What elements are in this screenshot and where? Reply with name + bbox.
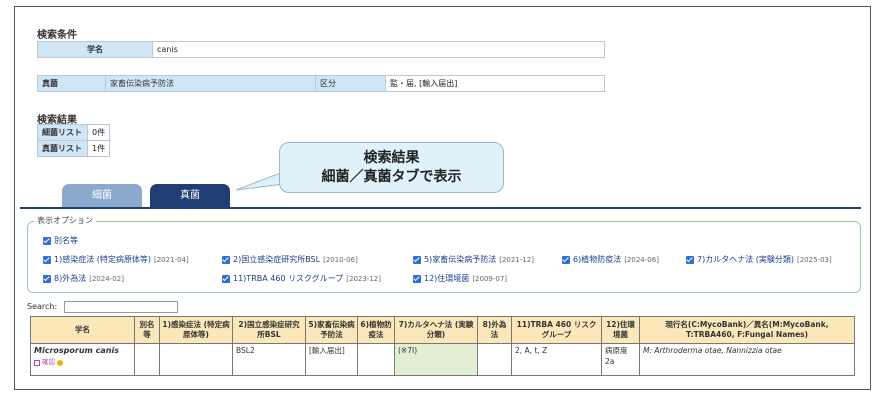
callout-line2: 細菌／真菌タブで表示 (321, 169, 462, 185)
callout-box: 検索結果 細菌／真菌タブで表示 (279, 142, 504, 193)
checkbox-icon[interactable] (413, 274, 421, 283)
col-header-livestock-law[interactable]: 5)家畜伝染病予防法 (305, 316, 358, 344)
col-header-environment[interactable]: 12)住環境菌 (601, 316, 640, 344)
edit-icon (34, 359, 40, 366)
option-plant-law[interactable]: 6)植物防疫法 [2024-06] (562, 254, 659, 265)
option-foreign-exchange[interactable]: 8)外為法 [2024-02] (43, 273, 124, 284)
category-value: 監・届, [輸入届出] (385, 75, 605, 92)
option-infection-law[interactable]: 1)感染症法 (特定病原体等) [2021-04] (43, 254, 189, 265)
checkbox-icon[interactable] (413, 255, 421, 264)
checkbox-icon[interactable] (222, 255, 230, 264)
results-count-table: 細菌リスト 0件 真菌リスト 1件 (37, 124, 111, 157)
checkbox-icon[interactable] (222, 274, 230, 283)
species-name: Microsporum canis (34, 346, 119, 355)
col-header-cartagena[interactable]: 7)カルタヘナ法 (実験分類) (394, 316, 478, 344)
col-header-plant-law[interactable]: 6)植物防疫法 (357, 316, 395, 344)
option-cartagena[interactable]: 7)カルタヘナ法 (実験分類) [2025-03] (686, 254, 832, 265)
option-livestock-law[interactable]: 5)家畜伝染病予防法 [2021-12] (413, 254, 534, 265)
callout-tail (236, 171, 284, 191)
cell-livestock-law: [輸入届出] (305, 343, 358, 376)
cell-trba: 2, A, t, Z (511, 343, 602, 376)
name-condition-table: 学名 canis (37, 41, 605, 58)
law-label: 家畜伝染病予防法 (105, 75, 316, 92)
option-trba[interactable]: 11)TRBA 460 リスクグループ [2023-12] (222, 273, 381, 284)
callout-line1: 検索結果 (363, 150, 420, 166)
tab-underline (20, 207, 861, 209)
col-header-bsl[interactable]: 2)国立感染症研究所BSL (232, 316, 306, 344)
checkbox-icon[interactable] (43, 255, 51, 264)
fungi-label: 真菌 (37, 75, 106, 92)
option-alias[interactable]: 別名等 (43, 235, 78, 246)
law-condition-table: 真菌 家畜伝染病予防法 区分 監・届, [輸入届出] (37, 75, 605, 92)
cell-name: Microsporum canis 確認 (30, 343, 135, 376)
tab-bacteria[interactable]: 細菌 (62, 184, 142, 208)
table-header-row: 学名 別名等 1)感染症法 (特定病原体等) 2)国立感染症研究所BSL 5)家… (30, 316, 855, 344)
cell-bsl: BSL2 (232, 343, 306, 376)
name-value: canis (152, 41, 605, 58)
tab-fungi[interactable]: 真菌 (150, 184, 230, 208)
cell-environment: 病原度2a (601, 343, 640, 376)
fungi-list-label: 真菌リスト (37, 140, 88, 157)
cell-alias (134, 343, 160, 376)
col-header-current-name[interactable]: 現行名(C:MycoBank)／異名(M:MycoBank, T:TRBA460… (639, 316, 855, 344)
confirm-link[interactable]: 確認 (34, 357, 131, 368)
checkbox-icon[interactable] (43, 274, 51, 283)
col-header-foreign-exchange[interactable]: 8)外為法 (477, 316, 512, 344)
search-input[interactable] (64, 301, 178, 313)
fungi-count: 1件 (86, 140, 111, 157)
option-environment[interactable]: 12)住環境菌 [2009-07] (413, 273, 507, 284)
col-header-infection-law[interactable]: 1)感染症法 (特定病原体等) (159, 316, 233, 344)
checkbox-icon[interactable] (562, 255, 570, 264)
bacteria-count: 0件 (86, 124, 111, 141)
results-table: 学名 別名等 1)感染症法 (特定病原体等) 2)国立感染症研究所BSL 5)家… (30, 316, 855, 376)
checkbox-icon[interactable] (43, 236, 51, 245)
cell-infection-law (159, 343, 233, 376)
search-conditions-title: 検索条件 (37, 30, 77, 41)
checkbox-icon[interactable] (686, 255, 694, 264)
search-label: Search: (27, 302, 58, 311)
info-icon (57, 359, 63, 366)
table-row: Microsporum canis 確認 BSL2 [輸入届出] (※7I) 2… (30, 343, 855, 376)
col-header-trba[interactable]: 11)TRBA 460 リスクグループ (511, 316, 602, 344)
col-header-alias[interactable]: 別名等 (134, 316, 160, 344)
category-label: 区分 (315, 75, 386, 92)
bacteria-list-label: 細菌リスト (37, 124, 88, 141)
cell-cartagena: (※7I) (394, 343, 478, 376)
display-options-legend: 表示オプション (34, 215, 96, 226)
cell-current-name: M: Arthroderma otae, Nannizzia otae (639, 343, 855, 376)
col-header-name[interactable]: 学名 (30, 316, 135, 344)
option-bsl[interactable]: 2)国立感染症研究所BSL [2010-06] (222, 254, 358, 265)
name-label: 学名 (37, 41, 153, 58)
cell-foreign-exchange (477, 343, 512, 376)
cell-plant-law (357, 343, 395, 376)
